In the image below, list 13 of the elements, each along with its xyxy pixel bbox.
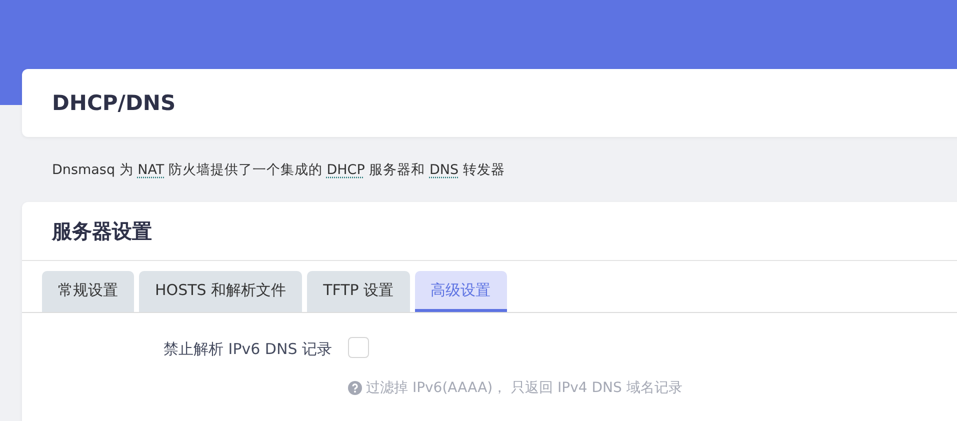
help-text: 过滤掉 IPv6(AAAA)， 只返回 IPv4 DNS 域名记录 xyxy=(366,379,682,397)
description-text: Dnsmasq 为 NAT 防火墙提供了一个集成的 DHCP 服务器和 DNS 转发器 xyxy=(51,161,506,180)
abbreviation: NAT xyxy=(138,162,164,178)
tab[interactable]: TFTP 设置 xyxy=(307,271,410,312)
abbreviation: DNS xyxy=(429,162,459,178)
section-title: 服务器设置 xyxy=(22,202,957,261)
checkbox[interactable] xyxy=(348,337,369,358)
field-label: 禁止解析 IPv6 DNS 记录 xyxy=(162,340,332,359)
tab[interactable]: HOSTS 和解析文件 xyxy=(139,271,302,312)
page-title: DHCP/DNS xyxy=(51,90,177,117)
tab[interactable]: 常规设置 xyxy=(42,271,134,312)
help-icon xyxy=(348,381,362,395)
abbreviation: DHCP xyxy=(326,162,365,178)
